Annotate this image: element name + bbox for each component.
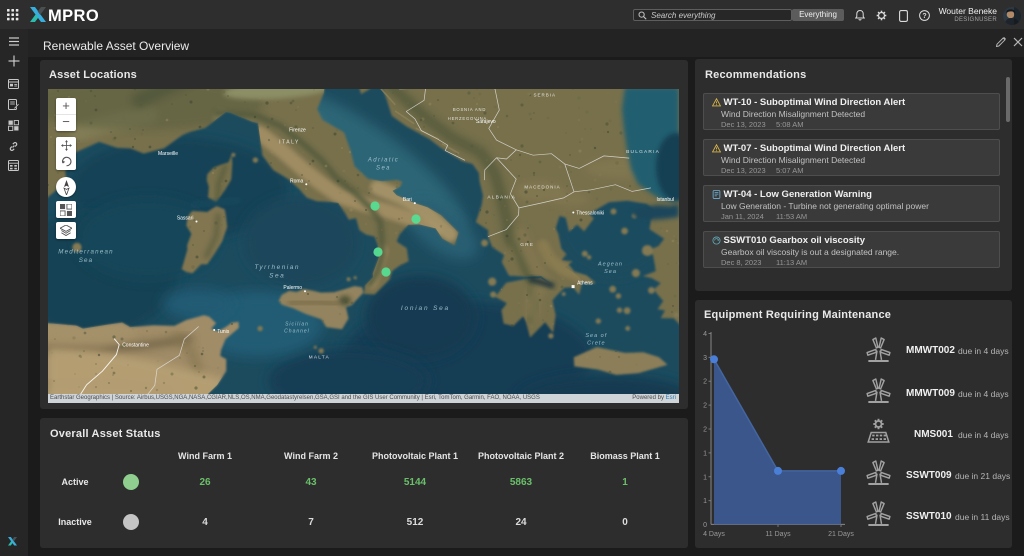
svg-text:21 Days: 21 Days bbox=[828, 531, 854, 538]
svg-text:CROATIA: CROATIA bbox=[394, 89, 421, 90]
svg-text:ITALY: ITALY bbox=[279, 140, 300, 146]
svg-text:BOSNIA AND: BOSNIA AND bbox=[453, 107, 486, 112]
svg-text:4 Days: 4 Days bbox=[703, 531, 725, 538]
svg-text:Constantine: Constantine bbox=[122, 343, 149, 349]
svg-text:Adriatic: Adriatic bbox=[367, 157, 399, 163]
svg-text:Roma: Roma bbox=[290, 178, 304, 184]
svg-text:1: 1 bbox=[703, 450, 707, 457]
svg-text:0: 0 bbox=[703, 522, 707, 529]
svg-text:Tunis: Tunis bbox=[217, 329, 230, 335]
svg-text:Sicilian: Sicilian bbox=[285, 321, 309, 327]
svg-text:Tyrrhenian: Tyrrhenian bbox=[254, 264, 300, 271]
svg-text:Sea: Sea bbox=[376, 165, 391, 171]
svg-text:4: 4 bbox=[703, 331, 707, 338]
svg-text:Marseille: Marseille bbox=[158, 151, 178, 157]
svg-text:Sea of: Sea of bbox=[585, 333, 607, 339]
svg-text:Channel: Channel bbox=[284, 328, 310, 334]
svg-text:Ionian Sea: Ionian Sea bbox=[401, 305, 450, 312]
svg-text:2: 2 bbox=[703, 379, 707, 386]
svg-text:Sea: Sea bbox=[269, 273, 285, 280]
svg-text:Aegean: Aegean bbox=[597, 262, 623, 268]
svg-text:Sea: Sea bbox=[79, 257, 94, 264]
svg-text:Istanbul: Istanbul bbox=[656, 197, 674, 203]
svg-text:1: 1 bbox=[703, 474, 707, 481]
svg-text:2: 2 bbox=[703, 403, 707, 410]
svg-text:ALBANIA: ALBANIA bbox=[487, 194, 516, 200]
svg-text:MACEDONIA: MACEDONIA bbox=[524, 184, 560, 189]
svg-text:1: 1 bbox=[703, 498, 707, 505]
svg-text:MALTA: MALTA bbox=[309, 354, 330, 360]
svg-text:Athens: Athens bbox=[577, 281, 593, 287]
svg-text:SERBIA: SERBIA bbox=[534, 93, 557, 98]
svg-text:Sassari: Sassari bbox=[177, 216, 194, 222]
svg-text:Bari: Bari bbox=[403, 197, 412, 203]
svg-text:Crete: Crete bbox=[587, 341, 605, 347]
svg-text:Firenze: Firenze bbox=[289, 128, 306, 134]
svg-text:11 Days: 11 Days bbox=[765, 531, 791, 538]
svg-text:3: 3 bbox=[703, 355, 707, 362]
svg-text:2: 2 bbox=[703, 427, 707, 434]
svg-text:Thessaloniki: Thessaloniki bbox=[576, 211, 604, 217]
svg-text:Palermo: Palermo bbox=[283, 285, 302, 291]
svg-text:Mediterranean: Mediterranean bbox=[58, 249, 114, 256]
svg-text:Sea: Sea bbox=[604, 269, 617, 275]
svg-text:BULGARIA: BULGARIA bbox=[626, 149, 660, 155]
svg-text:GRE: GRE bbox=[520, 242, 534, 248]
svg-text:Sarajevo: Sarajevo bbox=[476, 119, 496, 125]
svg-text:MPRO: MPRO bbox=[48, 7, 99, 23]
